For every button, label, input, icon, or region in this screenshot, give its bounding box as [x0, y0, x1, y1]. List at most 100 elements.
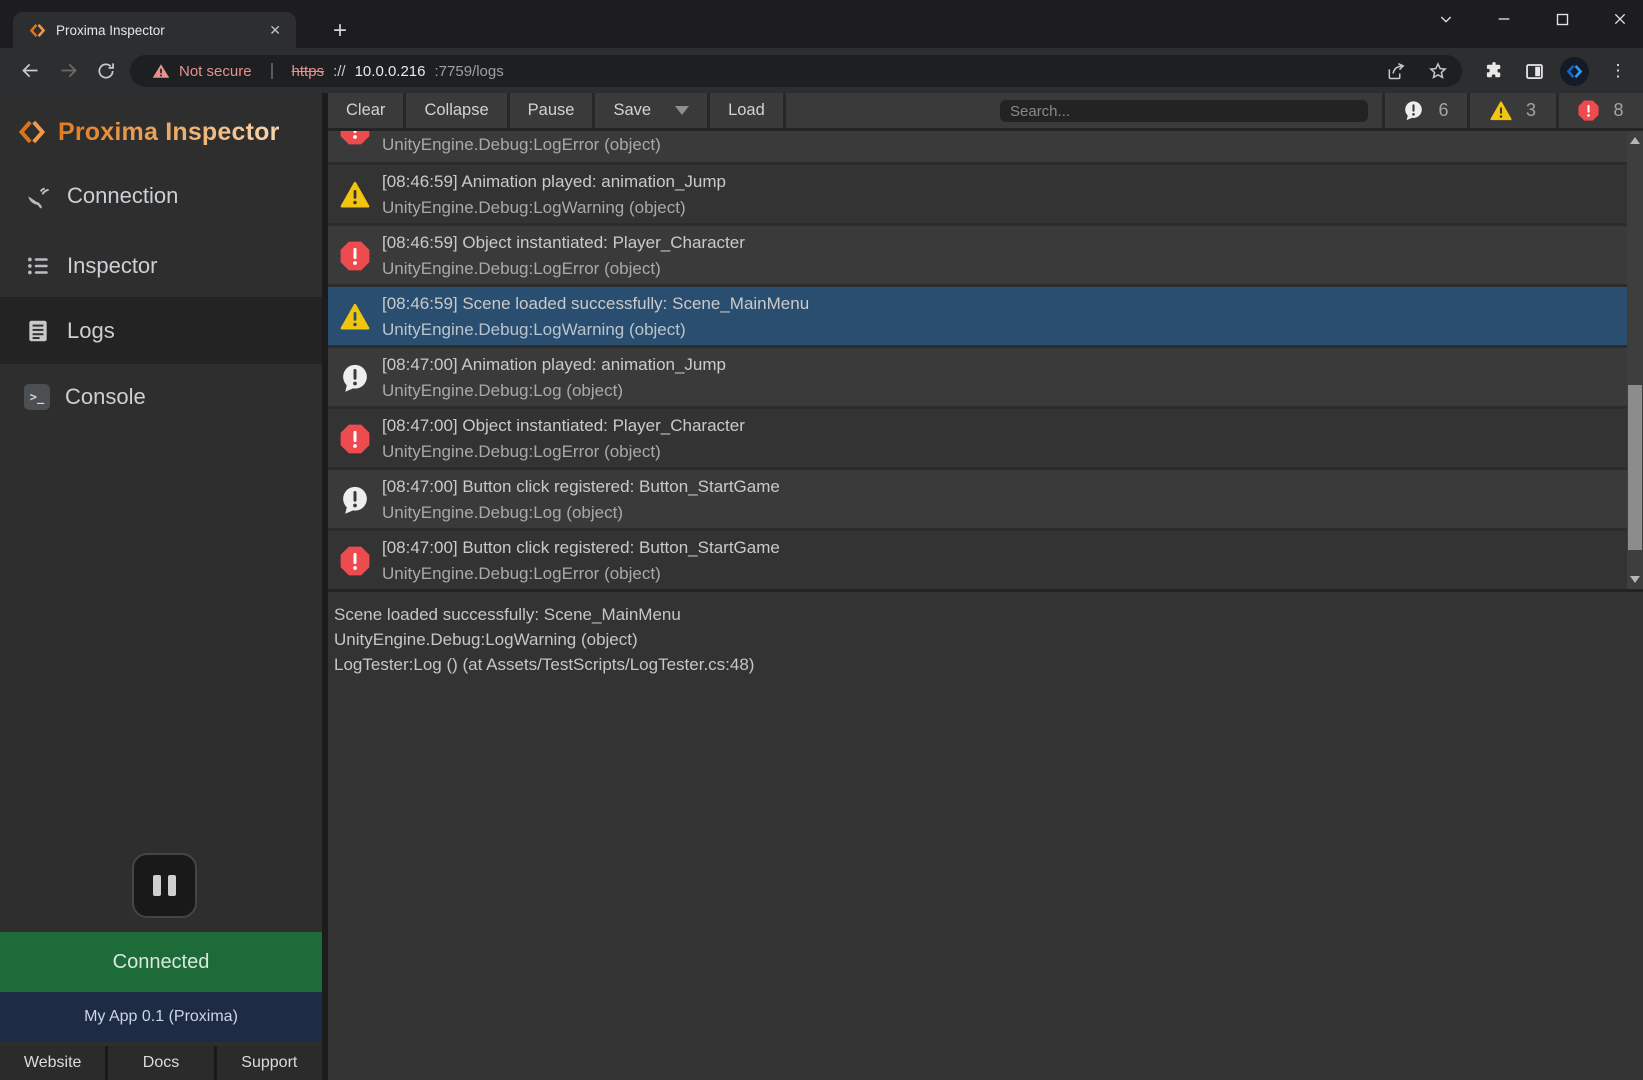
- log-source: UnityEngine.Debug:LogError (object): [382, 442, 661, 462]
- pause-stream-button[interactable]: [132, 853, 197, 918]
- maximize-icon[interactable]: [1547, 4, 1577, 34]
- error-octagon-icon: [340, 241, 370, 271]
- log-detail-pane: Scene loaded successfully: Scene_MainMen…: [328, 589, 1643, 1080]
- document-icon: [24, 317, 52, 345]
- warning-triangle-icon: [340, 302, 370, 332]
- support-link[interactable]: Support: [217, 1046, 322, 1080]
- log-message: [08:46:59] Scene loaded successfully: Sc…: [382, 294, 809, 314]
- log-row[interactable]: [08:47:00] Button click registered: Butt…: [328, 467, 1643, 528]
- sidebar-item-connection[interactable]: Connection: [0, 173, 322, 219]
- tab-title: Proxima Inspector: [56, 23, 264, 38]
- app-logo: Proxima Inspector: [18, 108, 280, 156]
- minimize-icon[interactable]: [1489, 4, 1519, 34]
- app-title: Proxima Inspector: [58, 118, 280, 147]
- detail-line-stacktrace: LogTester:Log () (at Assets/TestScripts/…: [334, 652, 1643, 677]
- log-row[interactable]: [08:47:00] Animation played: animation_J…: [328, 345, 1643, 406]
- error-octagon-icon: [340, 131, 370, 145]
- info-bubble-icon: [340, 363, 370, 393]
- error-octagon-icon: [340, 424, 370, 454]
- browser-tab[interactable]: Proxima Inspector ✕: [13, 12, 296, 48]
- save-label: Save: [613, 101, 651, 120]
- url-scheme: https: [292, 63, 325, 80]
- side-panel-icon[interactable]: [1518, 55, 1550, 87]
- log-scrollbar[interactable]: [1627, 131, 1643, 589]
- info-bubble-icon: [1403, 100, 1424, 121]
- info-count: 6: [1438, 100, 1448, 121]
- back-icon[interactable]: [12, 48, 48, 93]
- scroll-up-arrow-icon[interactable]: [1630, 137, 1640, 144]
- extensions-puzzle-icon[interactable]: [1478, 55, 1510, 87]
- omnibox-actions: [1386, 61, 1448, 81]
- sidebar-item-label: Connection: [67, 183, 178, 209]
- log-row[interactable]: [08:46:59] Animation played: animation_J…: [328, 162, 1643, 223]
- list-icon: [24, 252, 52, 280]
- website-link[interactable]: Website: [0, 1046, 105, 1080]
- forward-icon[interactable]: [50, 48, 86, 93]
- new-tab-button[interactable]: +: [326, 17, 354, 45]
- not-secure-warning-icon: [152, 62, 170, 80]
- scroll-down-arrow-icon[interactable]: [1630, 576, 1640, 583]
- clear-button[interactable]: Clear: [328, 93, 406, 128]
- reload-icon[interactable]: [88, 48, 124, 93]
- info-filter-button[interactable]: 6: [1382, 93, 1467, 128]
- pause-button[interactable]: Pause: [510, 93, 596, 128]
- sidebar-item-logs[interactable]: Logs: [0, 308, 322, 354]
- save-dropdown-caret-icon[interactable]: [675, 106, 689, 115]
- share-icon[interactable]: [1386, 61, 1406, 81]
- close-window-icon[interactable]: [1605, 4, 1635, 34]
- scrollbar-thumb[interactable]: [1628, 385, 1642, 550]
- sidebar: Proxima Inspector Connection Inspector: [0, 93, 322, 1080]
- docs-link[interactable]: Docs: [108, 1046, 213, 1080]
- log-row[interactable]: UnityEngine.Debug:LogError (object): [328, 131, 1643, 162]
- search-input[interactable]: [1000, 100, 1368, 122]
- browser-chrome: Proxima Inspector ✕ +: [0, 0, 1643, 93]
- log-source: UnityEngine.Debug:LogError (object): [382, 564, 661, 584]
- error-octagon-icon: [1578, 100, 1599, 121]
- tab-close-icon[interactable]: ✕: [264, 20, 286, 41]
- log-row[interactable]: [08:47:00] Object instantiated: Player_C…: [328, 406, 1643, 467]
- terminal-icon: >_: [24, 384, 50, 410]
- log-list[interactable]: UnityEngine.Debug:LogError (object) [08:…: [328, 131, 1643, 589]
- error-count: 8: [1613, 100, 1623, 121]
- error-octagon-icon: [340, 546, 370, 576]
- log-message: [08:46:59] Animation played: animation_J…: [382, 172, 726, 192]
- log-row[interactable]: [08:47:00] Button click registered: Butt…: [328, 528, 1643, 589]
- collapse-button[interactable]: Collapse: [406, 93, 509, 128]
- log-row-selected[interactable]: [08:46:59] Scene loaded successfully: Sc…: [328, 284, 1643, 345]
- logs-toolbar: Clear Collapse Pause Save Load 6: [328, 93, 1643, 131]
- log-source: UnityEngine.Debug:LogError (object): [382, 135, 661, 155]
- log-message: [08:47:00] Button click registered: Butt…: [382, 477, 780, 497]
- url-divider: [271, 63, 273, 79]
- load-button[interactable]: Load: [710, 93, 786, 128]
- error-filter-button[interactable]: 8: [1556, 93, 1643, 128]
- log-source: UnityEngine.Debug:Log (object): [382, 503, 623, 523]
- save-button[interactable]: Save: [595, 93, 710, 128]
- not-secure-label[interactable]: Not secure: [179, 63, 252, 80]
- logs-page: Clear Collapse Pause Save Load 6: [328, 93, 1643, 1080]
- log-message: [08:47:00] Animation played: animation_J…: [382, 355, 726, 375]
- bookmark-star-icon[interactable]: [1428, 61, 1448, 81]
- url-path: :7759/logs: [435, 63, 504, 80]
- log-message: [08:46:59] Object instantiated: Player_C…: [382, 233, 745, 253]
- warning-filter-button[interactable]: 3: [1467, 93, 1556, 128]
- log-row[interactable]: [08:46:59] Object instantiated: Player_C…: [328, 223, 1643, 284]
- sidebar-item-label: Logs: [67, 318, 115, 344]
- browser-menu-icon[interactable]: ⋮: [1602, 55, 1634, 87]
- url-text: Not secure https://10.0.0.216:7759/logs: [152, 62, 1386, 80]
- profile-avatar[interactable]: [1560, 57, 1589, 86]
- info-bubble-icon: [340, 485, 370, 515]
- sidebar-item-label: Console: [65, 384, 146, 410]
- sidebar-item-console[interactable]: >_ Console: [0, 374, 322, 420]
- proxima-inspector-app: Proxima Inspector Connection Inspector: [0, 93, 1643, 1080]
- log-source: UnityEngine.Debug:LogError (object): [382, 259, 661, 279]
- detail-line-source: UnityEngine.Debug:LogWarning (object): [334, 627, 1643, 652]
- proxima-logo-icon: [18, 118, 46, 146]
- warning-triangle-icon: [1490, 100, 1512, 122]
- log-source: UnityEngine.Debug:LogWarning (object): [382, 198, 686, 218]
- sidebar-footer: Website Docs Support: [0, 1046, 322, 1080]
- tab-search-chevron-icon[interactable]: [1431, 4, 1461, 34]
- address-bar[interactable]: Not secure https://10.0.0.216:7759/logs: [130, 55, 1462, 87]
- sidebar-item-inspector[interactable]: Inspector: [0, 243, 322, 289]
- log-source: UnityEngine.Debug:Log (object): [382, 381, 623, 401]
- app-info-label: My App 0.1 (Proxima): [0, 992, 322, 1042]
